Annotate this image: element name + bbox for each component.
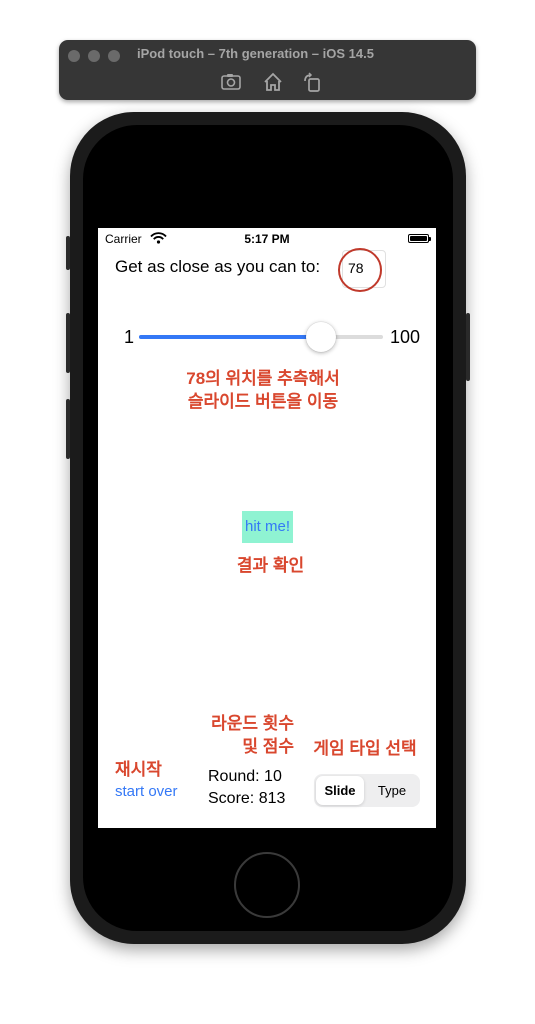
round-score-display: Round: 10 Score: 813	[208, 766, 285, 810]
volume-up-button	[66, 313, 70, 373]
slider-fill	[139, 335, 322, 339]
segment-slide[interactable]: Slide	[316, 776, 364, 805]
start-over-button[interactable]: start over	[115, 783, 178, 800]
volume-down-button	[66, 399, 70, 459]
slider-max-label: 100	[390, 327, 421, 347]
slider-annotation-line1: 78의 위치를 추측해서	[186, 369, 340, 388]
battery-cap	[429, 237, 431, 241]
close-window-button[interactable]	[68, 50, 80, 62]
status-bar: Carrier 5:17 PM	[98, 228, 436, 248]
battery-icon	[408, 234, 429, 243]
simulator-title-bar: iPod touch – 7th generation – iOS 14.5	[59, 40, 476, 100]
round-annotation-line2: 및 점수	[242, 737, 294, 756]
clock: 5:17 PM	[244, 232, 290, 246]
slider-annotation: 78의 위치를 추측해서 슬라이드 버튼을 이동	[178, 367, 348, 413]
simulator-title: iPod touch – 7th generation – iOS 14.5	[137, 46, 374, 61]
segment-type[interactable]: Type	[366, 776, 418, 805]
game-type-annotation: 게임 타입 선택	[313, 739, 417, 758]
hit-annotation: 결과 확인	[236, 556, 305, 575]
round-annotation: 라운드 횟수 및 점수	[194, 712, 294, 758]
slider-min-label: 1	[124, 327, 135, 347]
minimize-window-button[interactable]	[88, 50, 100, 62]
home-button[interactable]	[234, 852, 300, 918]
zoom-window-button[interactable]	[108, 50, 120, 62]
target-highlight-circle	[338, 248, 382, 292]
mute-switch	[66, 236, 70, 270]
home-icon[interactable]	[262, 71, 284, 93]
screenshot-icon[interactable]	[220, 71, 242, 93]
rotate-icon[interactable]	[301, 71, 323, 93]
score-label: Score: 813	[208, 790, 286, 807]
restart-annotation: 재시작	[115, 760, 162, 779]
round-label: Round: 10	[208, 768, 282, 785]
target-prompt: Get as close as you can to:	[115, 257, 321, 276]
app-screen: Carrier 5:17 PM Get as close as you can …	[98, 228, 436, 828]
hit-me-button[interactable]: hit me!	[242, 511, 293, 543]
power-button	[466, 313, 470, 381]
guess-slider[interactable]	[139, 322, 383, 352]
round-annotation-line1: 라운드 횟수	[211, 714, 294, 733]
slider-annotation-line2: 슬라이드 버튼을 이동	[187, 392, 339, 411]
slider-thumb[interactable]	[306, 322, 337, 352]
game-type-segmented-control[interactable]: Slide Type	[314, 774, 420, 807]
